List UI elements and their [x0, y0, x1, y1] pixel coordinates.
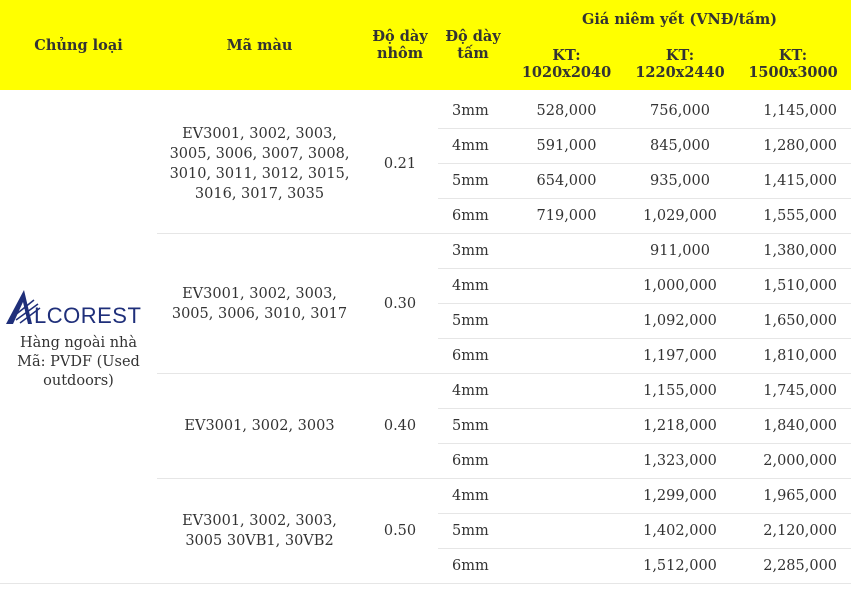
panel-thickness-cell: 4mm [438, 478, 508, 514]
price-1020x2040-cell [508, 338, 625, 374]
color-codes-cell: EV3001, 3002, 3003 [157, 373, 362, 479]
header-panel-thickness: Độ dày tấm [438, 0, 508, 90]
price-1500x3000-cell: 1,965,000 [735, 478, 852, 514]
alcorest-logo-icon: LCOREST [5, 290, 141, 328]
header-color-code: Mã màu [157, 0, 362, 90]
price-1500x3000-cell: 1,510,000 [735, 268, 852, 304]
price-1020x2040-cell [508, 303, 625, 339]
price-1500x3000-cell: 1,415,000 [735, 163, 852, 199]
price-1020x2040-cell [508, 408, 625, 444]
price-1220x2440-cell: 756,000 [625, 94, 735, 129]
price-1220x2440-cell: 1,512,000 [625, 548, 735, 584]
panel-thickness-cell: 6mm [438, 198, 508, 234]
alu-thickness-cell: 0.40 [362, 373, 438, 479]
price-1220x2440-cell: 911,000 [625, 233, 735, 269]
price-1020x2040-cell [508, 513, 625, 549]
panel-thickness-cell: 6mm [438, 443, 508, 479]
price-1220x2440-cell: 1,029,000 [625, 198, 735, 234]
panel-thickness-cell: 5mm [438, 163, 508, 199]
price-1020x2040-cell [508, 268, 625, 304]
panel-thickness-cell: 4mm [438, 268, 508, 304]
price-1500x3000-cell: 2,120,000 [735, 513, 852, 549]
header-size-1220x2440: KT: 1220x2440 [625, 38, 735, 90]
brand-line-2: Mã: PVDF (Used [17, 354, 140, 370]
price-1220x2440-cell: 1,197,000 [625, 338, 735, 374]
price-1220x2440-cell: 1,000,000 [625, 268, 735, 304]
header-type: Chủng loại [0, 0, 157, 90]
price-1220x2440-cell: 845,000 [625, 128, 735, 164]
panel-thickness-cell: 3mm [438, 94, 508, 129]
price-1220x2440-cell: 1,092,000 [625, 303, 735, 339]
price-table: Chủng loại Mã màu Độ dày nhôm Độ dày tấm… [0, 0, 852, 584]
price-1500x3000-cell: 1,380,000 [735, 233, 852, 269]
price-1220x2440-cell: 1,323,000 [625, 443, 735, 479]
price-1020x2040-cell: 591,000 [508, 128, 625, 164]
panel-thickness-cell: 4mm [438, 373, 508, 409]
price-1020x2040-cell [508, 373, 625, 409]
price-1500x3000-cell: 1,810,000 [735, 338, 852, 374]
header-size-1020x2040: KT: 1020x2040 [508, 38, 625, 90]
panel-thickness-cell: 5mm [438, 303, 508, 339]
header-price-group: Giá niêm yết (VNĐ/tấm) [508, 0, 852, 38]
price-1020x2040-cell [508, 478, 625, 514]
price-1220x2440-cell: 1,402,000 [625, 513, 735, 549]
price-1500x3000-cell: 1,840,000 [735, 408, 852, 444]
panel-thickness-cell: 6mm [438, 548, 508, 584]
panel-thickness-cell: 5mm [438, 513, 508, 549]
panel-thickness-cell: 5mm [438, 408, 508, 444]
brand-line-3: outdoors) [43, 373, 114, 389]
price-1500x3000-cell: 1,555,000 [735, 198, 852, 234]
price-1020x2040-cell [508, 548, 625, 584]
table-row: LCOREST Hàng ngoài nhà Mã: PVDF (Used ou… [0, 94, 852, 584]
price-1020x2040-cell [508, 233, 625, 269]
panel-thickness-cell: 3mm [438, 233, 508, 269]
price-1220x2440-cell: 1,218,000 [625, 408, 735, 444]
color-codes-cell: EV3001, 3002, 3003, 3005, 3006, 3010, 30… [157, 233, 362, 374]
price-1500x3000-cell: 2,285,000 [735, 548, 852, 584]
alu-thickness-cell: 0.30 [362, 233, 438, 374]
price-1220x2440-cell: 1,155,000 [625, 373, 735, 409]
price-1020x2040-cell: 528,000 [508, 94, 625, 129]
price-1220x2440-cell: 935,000 [625, 163, 735, 199]
price-1500x3000-cell: 1,145,000 [735, 94, 852, 129]
price-1020x2040-cell: 719,000 [508, 198, 625, 234]
price-1500x3000-cell: 1,745,000 [735, 373, 852, 409]
price-1220x2440-cell: 1,299,000 [625, 478, 735, 514]
brand-line-1: Hàng ngoài nhà [19, 335, 138, 351]
alu-thickness-cell: 0.21 [362, 94, 438, 234]
price-1500x3000-cell: 2,000,000 [735, 443, 852, 479]
price-1500x3000-cell: 1,650,000 [735, 303, 852, 339]
price-1020x2040-cell [508, 443, 625, 479]
price-1020x2040-cell: 654,000 [508, 163, 625, 199]
header-size-1500x3000: KT: 1500x3000 [735, 38, 852, 90]
header-alu-thickness: Độ dày nhôm [362, 0, 438, 90]
panel-thickness-cell: 6mm [438, 338, 508, 374]
brand-cell: LCOREST Hàng ngoài nhà Mã: PVDF (Used ou… [0, 94, 157, 584]
panel-thickness-cell: 4mm [438, 128, 508, 164]
logo-text: LCOREST [34, 303, 141, 328]
color-codes-cell: EV3001, 3002, 3003, 3005, 3006, 3007, 30… [157, 94, 362, 234]
alu-thickness-cell: 0.50 [362, 478, 438, 584]
color-codes-cell: EV3001, 3002, 3003, 3005 30VB1, 30VB2 [157, 478, 362, 584]
price-1500x3000-cell: 1,280,000 [735, 128, 852, 164]
